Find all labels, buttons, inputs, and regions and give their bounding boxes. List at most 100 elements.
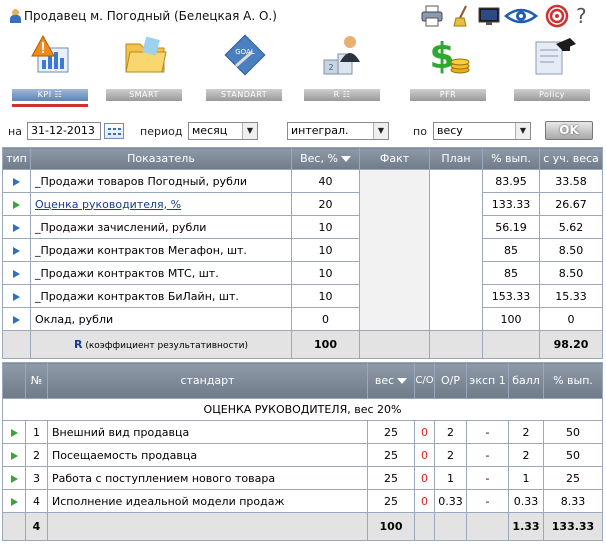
type-cell[interactable] <box>2 443 26 467</box>
chevron-down-icon: ▼ <box>242 123 257 139</box>
col-plan[interactable]: План <box>429 147 483 170</box>
std-weight: 25 <box>367 420 415 444</box>
type-cell[interactable] <box>2 420 26 444</box>
weighted-cell: 33.58 <box>539 169 603 193</box>
total-empty <box>414 512 435 541</box>
chevron-down-icon: ▼ <box>515 123 530 139</box>
weighted-cell: 8.50 <box>539 238 603 262</box>
score-value: 1 <box>508 466 544 490</box>
podium-person-icon: 2 <box>323 36 360 75</box>
table-row[interactable]: 3 Работа с поступлением нового товара 25… <box>2 466 603 490</box>
play-arrow-icon <box>13 177 20 186</box>
score-value: 2 <box>508 420 544 444</box>
play-arrow-icon <box>13 315 20 324</box>
goal-badge-icon: GOAL <box>224 34 266 76</box>
eye-icon[interactable] <box>504 4 538 28</box>
col-pct[interactable]: % вып. <box>482 147 540 170</box>
monitor-icon[interactable] <box>478 4 500 28</box>
standards-header-row: № стандарт вес С/О О/Р эксп 1 балл % вып… <box>2 362 603 399</box>
table-row[interactable]: Оценка руководителя, % 20 133.33 26.67 <box>2 192 603 216</box>
col-or[interactable]: О/Р <box>434 362 467 399</box>
target-icon[interactable] <box>544 4 570 28</box>
table-row[interactable]: 2 Посещаемость продавца 25 0 2 - 2 50 <box>2 443 603 467</box>
type-cell[interactable] <box>2 489 26 513</box>
nav-r[interactable]: 2 R ☷ <box>304 30 380 110</box>
col-co[interactable]: С/О <box>414 362 435 399</box>
section-title: ОЦЕНКА РУКОВОДИТЕЛЯ, вес 20% <box>2 398 603 421</box>
type-cell[interactable] <box>2 284 31 308</box>
table-row[interactable]: _Продажи контрактов МТС, шт. 10 85 8.50 <box>2 261 603 285</box>
play-arrow-icon <box>10 428 18 437</box>
nav-standart[interactable]: GOAL STANDART <box>206 30 282 110</box>
col-standard[interactable]: стандарт <box>47 362 368 399</box>
date-input[interactable]: 31-12-2013 <box>27 122 101 140</box>
nav-pfr[interactable]: $ PFR <box>410 30 486 110</box>
type-cell[interactable] <box>2 238 31 262</box>
co-value: 0 <box>414 466 435 490</box>
table-row[interactable]: _Продажи товаров Погодный, рубли 40 83.9… <box>2 169 603 331</box>
table-row[interactable]: _Продажи контрактов Мегафон, шт. 10 85 8… <box>2 238 603 262</box>
type-cell[interactable] <box>2 192 31 216</box>
ok-button[interactable]: OK <box>545 121 593 140</box>
table-row[interactable]: 1 Внешний вид продавца 25 0 2 - 2 50 <box>2 420 603 444</box>
col-exp1[interactable]: эксп 1 <box>466 362 509 399</box>
nav-smart-label: SMART <box>106 89 182 101</box>
weighted-cell: 5.62 <box>539 215 603 239</box>
svg-text:2: 2 <box>328 63 333 72</box>
type-cell[interactable] <box>2 215 31 239</box>
period-select[interactable]: месяц ▼ <box>188 122 258 140</box>
weight-cell: 10 <box>291 215 360 239</box>
type-cell[interactable] <box>2 261 31 285</box>
total-count: 4 <box>25 512 48 541</box>
filter-bar: на 31-12-2013 период месяц ▼ интеграл. ▼… <box>0 118 606 144</box>
row-number: 2 <box>25 443 48 467</box>
col-weight[interactable]: Вес, % <box>291 147 360 170</box>
play-arrow-icon <box>13 292 20 301</box>
total-plan <box>429 330 483 359</box>
type-cell[interactable] <box>2 307 31 331</box>
user-icon <box>10 9 21 23</box>
type-cell[interactable] <box>2 169 31 193</box>
table-row[interactable]: _Продажи контрактов БиЛайн, шт. 10 153.3… <box>2 284 603 308</box>
or-value: 1 <box>434 466 467 490</box>
nav-policy[interactable]: Policy <box>514 30 590 110</box>
col-indicator[interactable]: Показатель <box>30 147 292 170</box>
help-icon[interactable]: ? <box>576 4 592 28</box>
col-fact[interactable]: Факт <box>359 147 430 170</box>
col-weighted[interactable]: с уч. веса <box>539 147 603 170</box>
table-row[interactable]: _Продажи зачислений, рубли 10 56.19 5.62 <box>2 215 603 239</box>
type-cell[interactable] <box>2 466 26 490</box>
pct-cell: 133.33 <box>482 192 540 216</box>
period-select-value: месяц <box>192 124 228 137</box>
table-row[interactable]: Оклад, рубли 0 100 0 <box>2 307 603 331</box>
col-type[interactable]: тип <box>2 147 31 170</box>
or-value: 2 <box>434 443 467 467</box>
mode-select[interactable]: интеграл. ▼ <box>287 122 389 140</box>
total-label-rest: (коэффициент результативности) <box>82 341 248 351</box>
col-std-weight[interactable]: вес <box>367 362 415 399</box>
col-std-pct[interactable]: % вып. <box>543 362 603 399</box>
score-value: 0.33 <box>508 489 544 513</box>
plan-cell <box>429 169 483 331</box>
standard-name: Посещаемость продавца <box>47 443 368 467</box>
col-score[interactable]: балл <box>508 362 544 399</box>
by-select[interactable]: весу ▼ <box>433 122 531 140</box>
col-number[interactable]: № <box>25 362 48 399</box>
printer-icon[interactable] <box>420 4 444 28</box>
nav-kpi[interactable]: KPI ☷ <box>12 30 88 110</box>
table-row[interactable]: 4 Исполнение идеальной модели продаж 25 … <box>2 489 603 513</box>
calendar-icon[interactable] <box>104 123 124 139</box>
weighted-cell: 26.67 <box>539 192 603 216</box>
weighted-cell: 8.50 <box>539 261 603 285</box>
exp-value: - <box>466 466 509 490</box>
broom-icon[interactable] <box>452 4 472 28</box>
or-value: 2 <box>434 420 467 444</box>
indicator-link[interactable]: Оценка руководителя, % <box>30 192 292 216</box>
kpi-header-row: тип Показатель Вес, % Факт План % вып. с… <box>2 147 603 170</box>
nav-smart[interactable]: SMART <box>106 30 182 110</box>
nav-r-label: R ☷ <box>304 89 380 101</box>
weighted-cell: 15.33 <box>539 284 603 308</box>
pct-cell: 56.19 <box>482 215 540 239</box>
exp-value: - <box>466 489 509 513</box>
row-number: 3 <box>25 466 48 490</box>
